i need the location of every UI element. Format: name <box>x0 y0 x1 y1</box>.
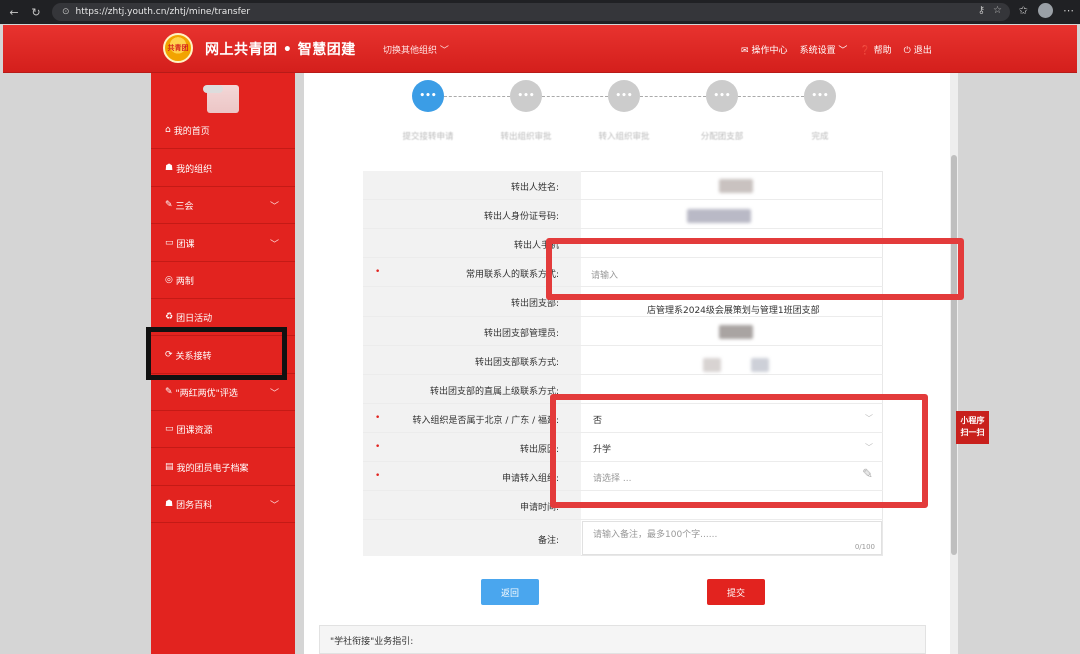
sidebar-item-home[interactable]: ⌂ 我的首页 <box>151 112 295 149</box>
id-label: 转出人身份证号码: <box>483 212 559 222</box>
edit-icon: ✎ <box>165 387 173 397</box>
recycle-icon: ♻ <box>165 312 174 322</box>
sidebar-item-league-class[interactable]: ▭ 团课 ﹀ <box>151 225 295 262</box>
step-4-dot: ••• <box>706 80 738 112</box>
step-2-label: 转出组织审批 <box>500 132 552 142</box>
step-3-label: 转入组织审批 <box>598 132 650 142</box>
sidebar-item-class-resources[interactable]: ▭ 团课资源 <box>151 411 295 448</box>
step-connector <box>542 96 608 97</box>
chevron-down-icon: ﹀ <box>269 501 279 511</box>
transfer-fields-highlight-box <box>550 394 928 508</box>
step-4-label: 分配团支部 <box>700 132 744 142</box>
guide-panel: "学社衔接"业务指引: <box>319 625 926 654</box>
sidebar-item-e-archive[interactable]: ▤ 我的团员电子档案 <box>151 449 295 486</box>
question-icon: ❓ <box>859 46 871 56</box>
required-mark: • <box>375 267 381 277</box>
folder-icon: ▭ <box>165 424 174 434</box>
power-icon: ⏻ <box>903 46 911 56</box>
form-row-manager: 转出团支部管理员: <box>363 317 883 346</box>
group-icon: ☗ <box>165 163 174 173</box>
ops-center-link[interactable]: ✉ 操作中心 <box>741 43 788 56</box>
site-info-icon[interactable]: ⊙ <box>62 7 70 17</box>
name-label: 转出人姓名: <box>510 183 559 193</box>
step-connector <box>444 96 510 97</box>
guide-title: "学社衔接"业务指引: <box>330 637 414 647</box>
transfer-highlight-box <box>146 327 287 380</box>
scrollbar-thumb[interactable] <box>951 155 957 555</box>
switch-org-dropdown[interactable]: 切换其他组织 ﹀ <box>383 43 449 56</box>
manager-label: 转出团支部管理员: <box>483 329 559 339</box>
mini-program-badge[interactable]: 小程序 扫一扫 <box>956 411 989 444</box>
step-1-dot: ••• <box>412 80 444 112</box>
form-row-branch-contact: 转出团支部联系方式: <box>363 346 883 375</box>
url-text: https://zhtj.youth.cn/zhtj/mine/transfer <box>75 7 251 17</box>
form-row-name: 转出人姓名: <box>363 171 883 200</box>
league-logo-icon: 共青团 <box>163 33 193 63</box>
file-icon: ▤ <box>165 462 174 472</box>
submit-button[interactable]: 提交 <box>707 579 765 605</box>
settings-dropdown[interactable]: 系统设置 ﹀ <box>800 43 848 56</box>
help-link[interactable]: ❓ 帮助 <box>859 43 891 56</box>
target-icon: ◎ <box>165 275 173 285</box>
profile-avatar-icon[interactable] <box>1038 3 1053 18</box>
branch-contact-label: 转出团支部联系方式: <box>474 358 559 368</box>
branch-contact-redacted <box>703 358 721 372</box>
step-5-dot: ••• <box>804 80 836 112</box>
more-menu-icon[interactable]: ⋯ <box>1063 4 1074 17</box>
remark-placeholder: 请输入备注，最多100个字...... <box>593 530 718 540</box>
step-connector <box>738 96 804 97</box>
manager-value-redacted <box>719 325 753 339</box>
required-mark: • <box>375 471 381 481</box>
remark-textarea[interactable]: 请输入备注，最多100个字...... 0/100 <box>582 521 882 555</box>
region-label: 转入组织是否属于北京 / 广东 / 福建: <box>412 416 559 426</box>
step-5-label: 完成 <box>811 132 829 142</box>
folder-icon: ▭ <box>165 238 174 248</box>
address-bar[interactable]: ⊙ https://zhtj.youth.cn/zhtj/mine/transf… <box>52 3 1010 21</box>
remark-char-count: 0/100 <box>854 543 875 551</box>
reload-icon[interactable]: ↻ <box>28 4 44 20</box>
favorites-icon[interactable]: ✩ <box>1019 4 1028 17</box>
contact-highlight-box <box>546 238 964 300</box>
remark-label: 备注: <box>537 536 559 546</box>
star-icon[interactable]: ☆ <box>993 5 1002 16</box>
sidebar-item-two-systems[interactable]: ◎ 两制 <box>151 262 295 299</box>
edit-icon: ✎ <box>165 200 173 210</box>
browser-toolbar: ← ↻ ⊙ https://zhtj.youth.cn/zhtj/mine/tr… <box>0 0 1080 24</box>
sidebar-item-my-org[interactable]: ☗ 我的组织 <box>151 150 295 187</box>
back-button[interactable]: 返回 <box>481 579 539 605</box>
id-value-redacted <box>687 209 751 223</box>
app-header: 共青团 网上共青团 • 智慧团建 切换其他组织 ﹀ ✉ 操作中心 系统设置 ﹀ ❓… <box>3 25 1077 73</box>
home-icon: ⌂ <box>165 125 171 135</box>
required-mark: • <box>375 413 381 423</box>
mail-icon: ✉ <box>741 46 749 56</box>
group-icon: ☗ <box>165 499 174 509</box>
branch-value: 店管理系2024级会展策划与管理1班团支部 <box>647 306 820 316</box>
chevron-down-icon: ﹀ <box>269 240 279 250</box>
required-mark: • <box>375 442 381 452</box>
step-2-dot: ••• <box>510 80 542 112</box>
sidebar-item-encyclopedia[interactable]: ☗ 团务百科 ﹀ <box>151 486 295 523</box>
sidebar-item-three-meetings[interactable]: ✎ 三会 ﹀ <box>151 187 295 224</box>
step-3-dot: ••• <box>608 80 640 112</box>
back-arrow-icon[interactable]: ← <box>6 4 22 20</box>
step-connector <box>640 96 706 97</box>
app-title: 网上共青团 • 智慧团建 <box>205 42 356 58</box>
step-1-label: 提交接转申请 <box>402 132 454 142</box>
logout-link[interactable]: ⏻ 退出 <box>904 43 932 56</box>
avatar-badge <box>203 85 223 93</box>
chevron-down-icon: ﹀ <box>269 202 279 212</box>
superior-label: 转出团支部的直属上级联系方式: <box>429 387 559 397</box>
key-icon[interactable]: ⚷ <box>978 5 985 16</box>
chevron-down-icon: ﹀ <box>269 389 279 399</box>
form-row-id: 转出人身份证号码: <box>363 200 883 229</box>
branch-contact-redacted <box>751 358 769 372</box>
name-value-redacted <box>719 179 753 193</box>
